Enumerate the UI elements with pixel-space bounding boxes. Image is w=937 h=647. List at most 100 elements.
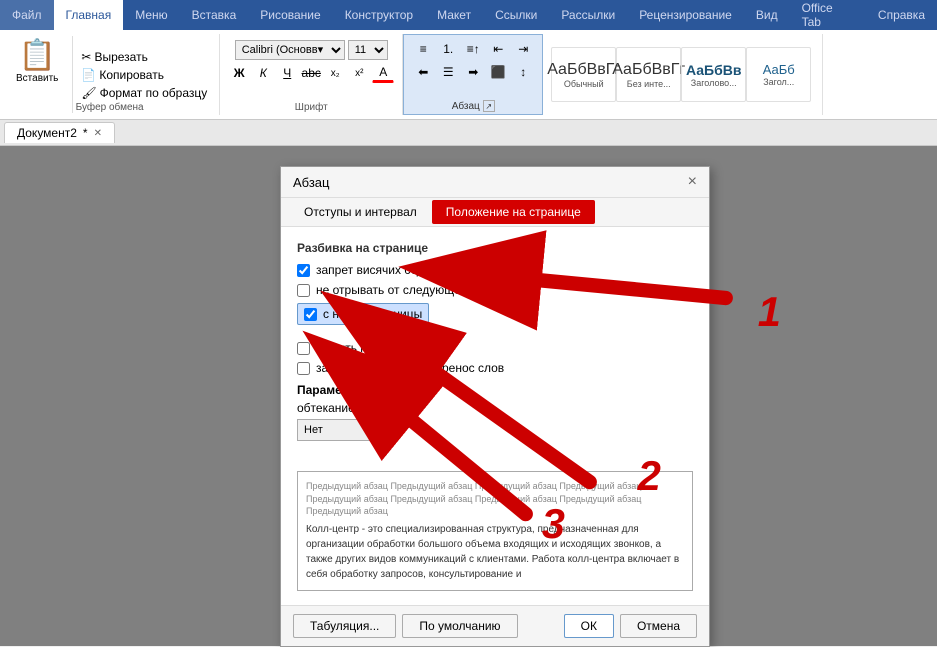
font-group: Calibri (Основв▾ 11 Ж К Ч abc x₂ x² A Шр… xyxy=(220,34,403,115)
style-heading1-label: Заголово... xyxy=(691,78,737,88)
styles-group: АаБбВвГг Обычный АаБбВвГг Без инте... Аа… xyxy=(543,34,823,115)
line-spacing-button[interactable]: ↕ xyxy=(512,62,534,82)
bold-button[interactable]: Ж xyxy=(228,63,250,83)
paste-label: Вставить xyxy=(16,73,58,84)
font-size-select[interactable]: 11 xyxy=(348,40,388,60)
tab-draw[interactable]: Рисование xyxy=(248,0,332,30)
copy-button[interactable]: 📄 Копировать xyxy=(77,67,211,83)
style-heading1[interactable]: АаБбВв Заголово... xyxy=(681,47,746,102)
ribbon-tabs: Файл Главная Меню Вставка Рисование Конс… xyxy=(0,0,937,30)
tab-view[interactable]: Вид xyxy=(744,0,790,30)
tab-office-tab[interactable]: Office Tab xyxy=(790,0,866,30)
align-left-button[interactable]: ⬅ xyxy=(412,62,434,82)
modal-header: Абзац × xyxy=(281,167,709,198)
style-no-spacing[interactable]: АаБбВвГг Без инте... xyxy=(616,47,681,102)
sample-main-text: Колл-центр - это специализированная стру… xyxy=(306,522,684,582)
doc-tab-close[interactable]: ✕ xyxy=(94,128,102,139)
numbering-button[interactable]: 1. xyxy=(437,39,459,59)
orphan-control-checkbox[interactable] xyxy=(297,264,310,277)
suppress-lines-label: Скрыть нумер... строк xyxy=(316,341,438,355)
tab-review[interactable]: Рецензирование xyxy=(627,0,744,30)
align-right-button[interactable]: ➡ xyxy=(462,62,484,82)
cut-button[interactable]: ✂ Вырезать xyxy=(77,49,211,65)
paragraph-dialog-icon[interactable]: ↗ xyxy=(483,100,495,112)
format-painter-label: Формат по образцу xyxy=(100,86,208,100)
underline-button[interactable]: Ч xyxy=(276,63,298,83)
keep-with-next-label: не отрывать от следующего xyxy=(316,283,471,297)
superscript-button[interactable]: x² xyxy=(348,63,370,83)
tab-design[interactable]: Конструктор xyxy=(333,0,425,30)
wrap-select[interactable]: Нет xyxy=(297,419,387,441)
doc-tab-bar: Документ2 * ✕ xyxy=(0,120,937,146)
modal-tabs: Отступы и интервал Положение на странице xyxy=(281,198,709,227)
params-sublabel: обтекание по ко... xyxy=(297,401,693,415)
tab-layout[interactable]: Макет xyxy=(425,0,483,30)
tab-help[interactable]: Справка xyxy=(866,0,937,30)
font-name-select[interactable]: Calibri (Основв▾ xyxy=(235,40,345,60)
font-color-button[interactable]: A xyxy=(372,63,394,83)
ribbon-body: 📋 Вставить ✂ Вырезать 📄 Копировать 🖌 Фор… xyxy=(0,30,937,120)
checkbox-no-hyphen: запретить авт... ций перенос слов xyxy=(297,361,693,375)
style-normal-label: Обычный xyxy=(564,79,604,89)
align-center-button[interactable]: ☰ xyxy=(437,62,459,82)
tab-refs[interactable]: Ссылки xyxy=(483,0,549,30)
main-area: Абзац × Отступы и интервал Положение на … xyxy=(0,146,937,646)
tab-insert[interactable]: Вставка xyxy=(180,0,249,30)
style-normal-preview: АаБбВвГг xyxy=(547,61,620,79)
doc-tab-modified: * xyxy=(83,126,88,140)
tab-menu[interactable]: Меню xyxy=(123,0,179,30)
page-break-checkbox-row: с новой страницы xyxy=(297,303,429,325)
paste-icon: 📋 xyxy=(19,38,56,73)
doc-tab-document2[interactable]: Документ2 * ✕ xyxy=(4,122,115,143)
params-title: Параметры надпис... xyxy=(297,383,693,397)
paragraph-group-label: Абзац xyxy=(452,101,480,112)
tab-file[interactable]: Файл xyxy=(0,0,54,30)
font-group-label: Шрифт xyxy=(295,102,328,113)
doc-tab-name: Документ2 xyxy=(17,126,77,140)
tab-home[interactable]: Главная xyxy=(54,0,124,30)
paragraph-group: ≡ 1. ≡↑ ⇤ ⇥ ⬅ ☰ ➡ ⬛ ↕ Абзац ↗ xyxy=(403,34,543,115)
tab-mailings[interactable]: Рассылки xyxy=(549,0,627,30)
bullets-button[interactable]: ≡ xyxy=(412,39,434,59)
copy-label: Копировать xyxy=(99,68,164,82)
copy-icon: 📄 xyxy=(81,68,96,82)
checkbox-suppress-lines: Скрыть нумер... строк xyxy=(297,341,693,355)
style-heading2-label: Загол... xyxy=(763,77,794,87)
clipboard-group-label: Буфер обмена xyxy=(76,102,144,113)
style-heading1-preview: АаБбВв xyxy=(686,62,742,78)
strikethrough-button[interactable]: abc xyxy=(300,63,322,83)
modal-close-button[interactable]: × xyxy=(688,173,697,191)
keep-with-next-checkbox[interactable] xyxy=(297,284,310,297)
indent-decrease-button[interactable]: ⇤ xyxy=(487,39,509,59)
modal-tab-page-position[interactable]: Положение на странице xyxy=(432,200,595,224)
cancel-button[interactable]: Отмена xyxy=(620,614,697,638)
style-no-spacing-label: Без инте... xyxy=(627,79,671,89)
paragraph-group-label-bar: Абзац ↗ xyxy=(452,100,495,112)
italic-button[interactable]: К xyxy=(252,63,274,83)
no-hyphen-checkbox[interactable] xyxy=(297,362,310,375)
style-normal[interactable]: АаБбВвГг Обычный xyxy=(551,47,616,102)
modal-title: Абзац xyxy=(293,175,329,190)
subscript-button[interactable]: x₂ xyxy=(324,63,346,83)
checkbox-keep-with-next: не отрывать от следующего xyxy=(297,283,693,297)
tabulation-button[interactable]: Табуляция... xyxy=(293,614,396,638)
modal-footer: Табуляция... По умолчанию ОК Отмена xyxy=(281,605,709,646)
indent-increase-button[interactable]: ⇥ xyxy=(512,39,534,59)
modal-tab-indent[interactable]: Отступы и интервал xyxy=(289,198,432,227)
sample-prev-text: Предыдущий абзац Предыдущий абзац Предыд… xyxy=(306,480,684,518)
multilevel-button[interactable]: ≡↑ xyxy=(462,39,484,59)
svg-text:1: 1 xyxy=(758,288,781,335)
format-painter-icon: 🖌 xyxy=(81,86,96,100)
sample-section: Предыдущий абзац Предыдущий абзац Предыд… xyxy=(297,471,693,591)
paste-button[interactable]: 📋 Вставить xyxy=(8,36,66,86)
style-heading2[interactable]: АаБб Загол... xyxy=(746,47,811,102)
justify-button[interactable]: ⬛ xyxy=(487,62,509,82)
clipboard-group: 📋 Вставить ✂ Вырезать 📄 Копировать 🖌 Фор… xyxy=(0,34,220,115)
page-break-checkbox[interactable] xyxy=(304,308,317,321)
ok-button[interactable]: ОК xyxy=(564,614,614,638)
default-button[interactable]: По умолчанию xyxy=(402,614,517,638)
scissors-icon: ✂ xyxy=(81,50,91,64)
params-section: Параметры надпис... обтекание по ко... Н… xyxy=(297,383,693,441)
suppress-lines-checkbox[interactable] xyxy=(297,342,310,355)
paragraph-dialog: Абзац × Отступы и интервал Положение на … xyxy=(280,166,710,647)
